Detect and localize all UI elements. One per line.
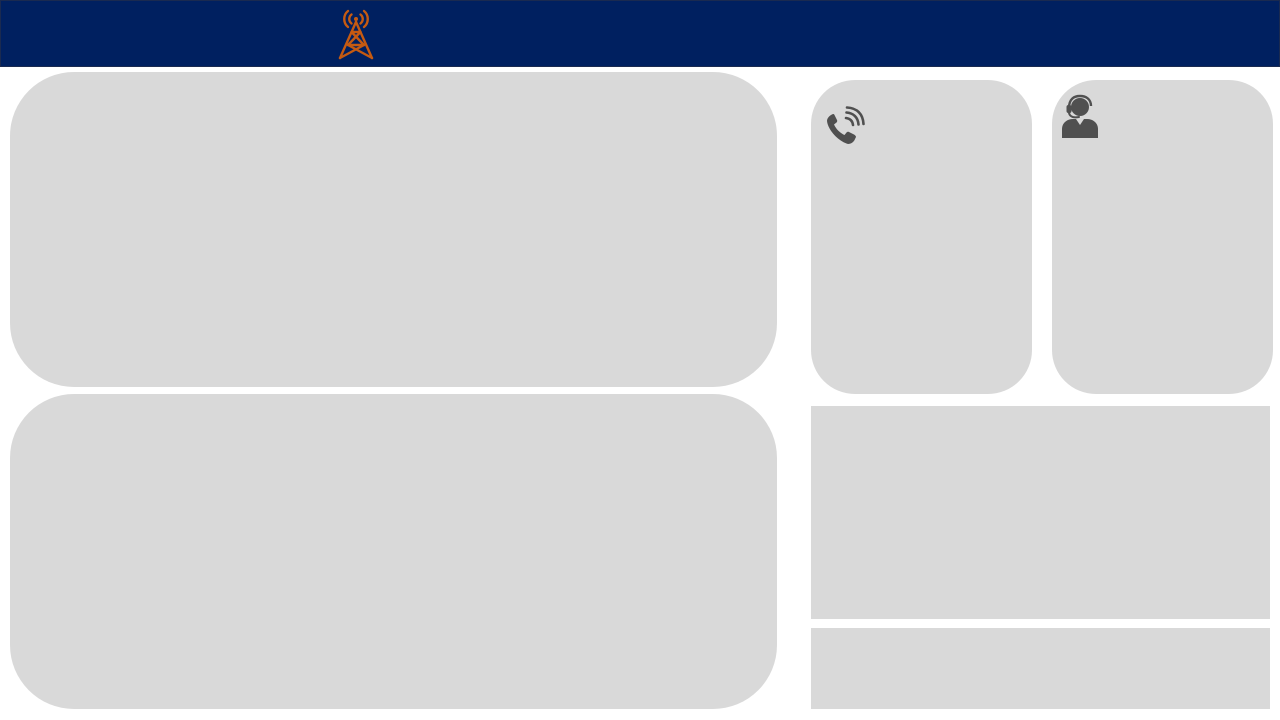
headset-agent-icon <box>1062 94 1098 138</box>
agents-card <box>1052 80 1273 394</box>
dashboard-header <box>0 0 1280 67</box>
main-panel-top <box>10 72 777 387</box>
detail-panel-bottom <box>811 628 1270 709</box>
detail-panel-middle <box>811 406 1270 619</box>
cell-tower-icon <box>338 9 374 60</box>
calls-card <box>811 80 1032 394</box>
phone-ringing-icon <box>827 106 865 144</box>
main-panel-bottom <box>10 394 777 709</box>
